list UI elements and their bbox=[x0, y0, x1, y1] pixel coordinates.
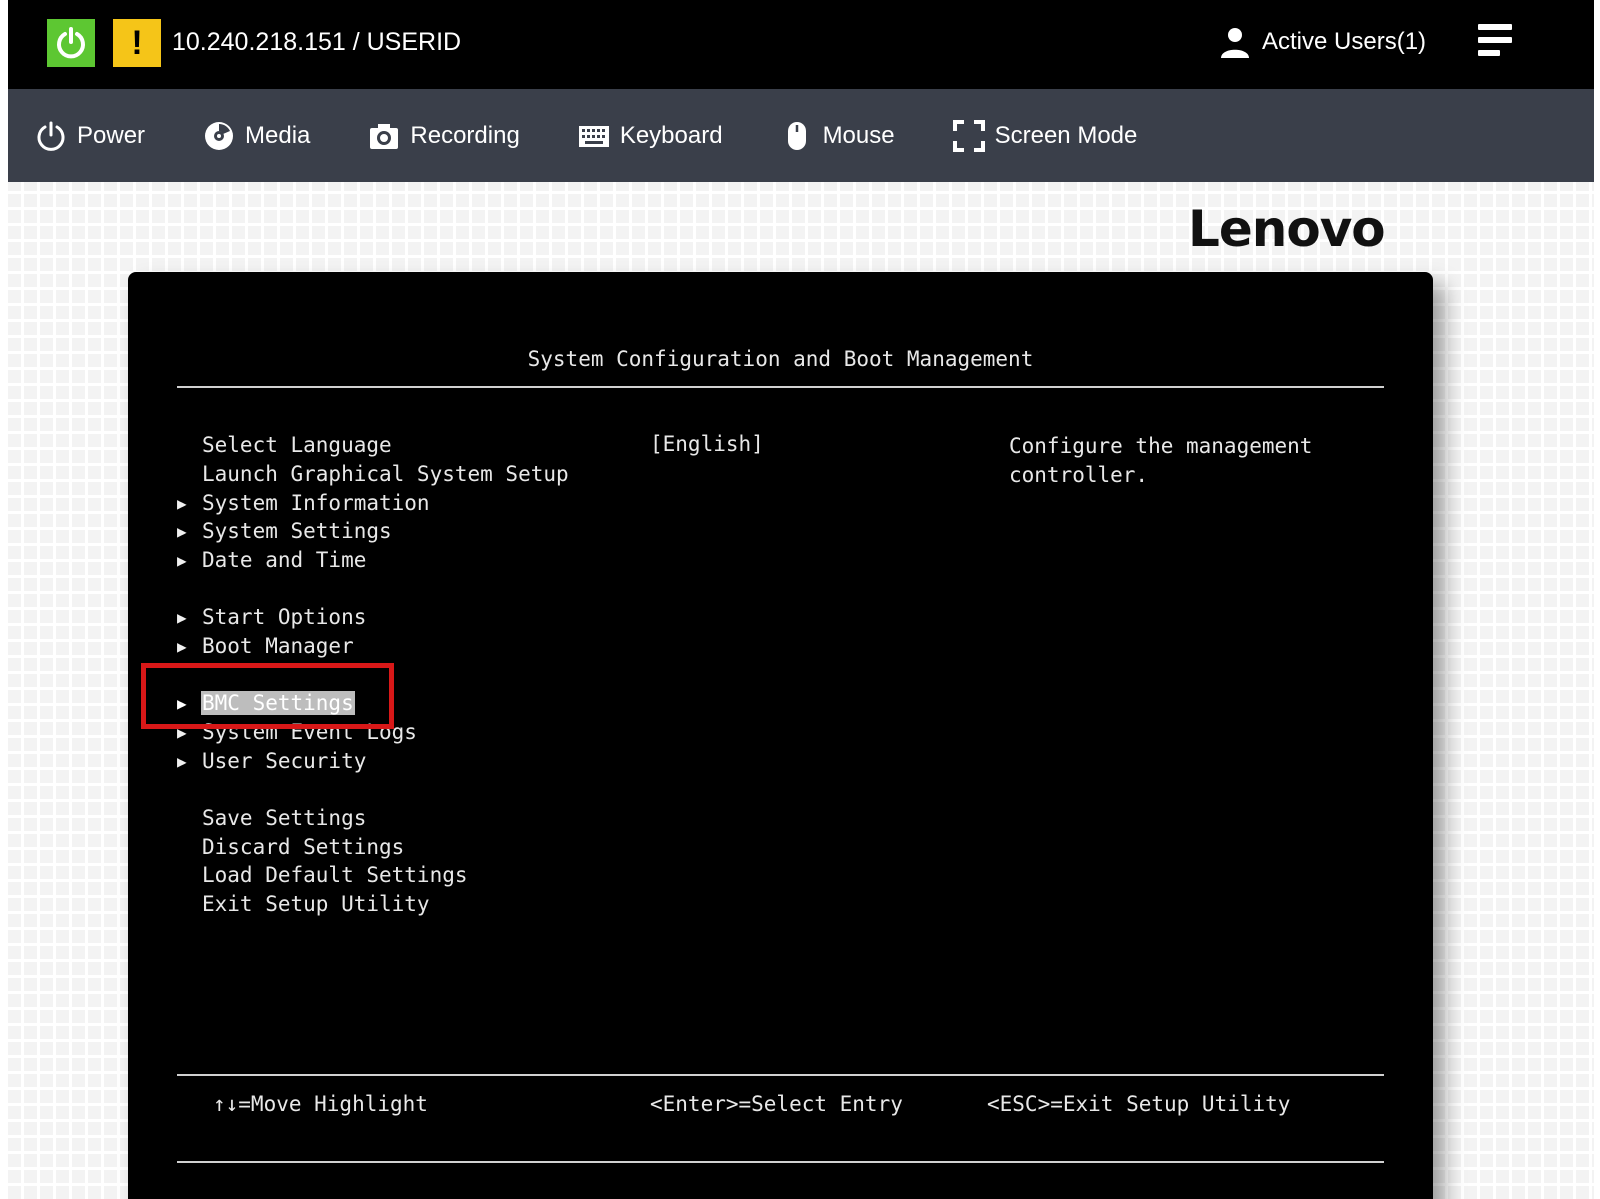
menu-item-launch-graphical-setup[interactable]: Launch Graphical System Setup bbox=[177, 461, 570, 487]
disc-icon bbox=[205, 121, 234, 150]
lenovo-logo: Lenovo bbox=[1188, 200, 1386, 258]
keyboard-menu-button[interactable]: Keyboard bbox=[578, 111, 723, 161]
footer-enter-hint: <Enter>=Select Entry bbox=[650, 1092, 903, 1116]
recording-menu-label: Recording bbox=[410, 121, 520, 149]
camera-icon bbox=[370, 123, 399, 149]
active-users-label: Active Users(1) bbox=[1262, 28, 1427, 55]
user-icon bbox=[1221, 28, 1249, 58]
submenu-arrow-icon: ▶ bbox=[177, 607, 187, 627]
media-menu-label: Media bbox=[245, 121, 311, 149]
footer-esc-hint: <ESC>=Exit Setup Utility bbox=[987, 1092, 1291, 1116]
screen-mode-menu-label: Screen Mode bbox=[994, 121, 1138, 149]
console-toolbar: Power Media Recording Keyboard Mouse Scr… bbox=[8, 89, 1594, 182]
submenu-arrow-icon: ▶ bbox=[177, 493, 187, 513]
menu-item-date-and-time[interactable]: ▶ Date and Time bbox=[177, 547, 367, 573]
fullscreen-icon bbox=[952, 119, 985, 152]
submenu-arrow-icon: ▶ bbox=[177, 550, 187, 570]
bios-setup-screen[interactable]: System Configuration and Boot Management… bbox=[128, 272, 1433, 1199]
menu-item-user-security[interactable]: ▶ User Security bbox=[177, 748, 367, 774]
menu-item-boot-manager[interactable]: ▶ Boot Manager bbox=[177, 633, 355, 659]
menu-item-select-language[interactable]: Select Language bbox=[177, 432, 393, 458]
warning-icon: ! bbox=[131, 23, 143, 62]
menu-item-system-settings[interactable]: ▶ System Settings bbox=[177, 518, 393, 544]
footer-move-hint: ↑↓=Move Highlight bbox=[213, 1092, 428, 1116]
power-icon bbox=[37, 121, 65, 151]
host-address: 10.240.218.151 / USERID bbox=[172, 28, 462, 56]
menu-item-load-default-settings[interactable]: Load Default Settings bbox=[177, 862, 469, 888]
footer-divider-top bbox=[177, 1074, 1384, 1076]
bios-title: System Configuration and Boot Management bbox=[527, 347, 1034, 371]
screen-mode-menu-button[interactable]: Screen Mode bbox=[952, 111, 1138, 161]
submenu-arrow-icon: ▶ bbox=[177, 751, 187, 771]
submenu-arrow-icon: ▶ bbox=[177, 521, 187, 541]
remote-console-window: ! 10.240.218.151 / USERID Active Users(1… bbox=[8, 0, 1594, 1199]
mouse-menu-label: Mouse bbox=[822, 121, 895, 149]
menu-item-discard-settings[interactable]: Discard Settings bbox=[177, 834, 405, 860]
title-divider bbox=[177, 386, 1384, 388]
power-icon bbox=[57, 27, 85, 59]
active-users-button[interactable]: Active Users(1) bbox=[1218, 24, 1426, 60]
annotation-highlight-box bbox=[141, 663, 394, 729]
power-status-indicator[interactable] bbox=[47, 19, 95, 67]
mouse-icon bbox=[787, 121, 806, 150]
power-menu-button[interactable]: Power bbox=[35, 111, 145, 161]
submenu-arrow-icon: ▶ bbox=[177, 636, 187, 656]
language-value[interactable]: [English] bbox=[650, 432, 764, 456]
keyboard-menu-label: Keyboard bbox=[619, 121, 723, 149]
power-menu-label: Power bbox=[77, 121, 146, 149]
media-menu-button[interactable]: Media bbox=[203, 111, 310, 161]
menu-item-start-options[interactable]: ▶ Start Options bbox=[177, 604, 367, 630]
keyboard-icon bbox=[578, 125, 609, 147]
menu-item-system-information[interactable]: ▶ System Information bbox=[177, 490, 431, 516]
warning-indicator[interactable]: ! bbox=[113, 19, 161, 67]
footer-divider-bottom bbox=[177, 1161, 1384, 1163]
menu-item-exit-setup-utility[interactable]: Exit Setup Utility bbox=[177, 891, 431, 917]
menu-item-save-settings[interactable]: Save Settings bbox=[177, 805, 367, 831]
mouse-menu-button[interactable]: Mouse bbox=[781, 111, 895, 161]
help-text: Configure the management controller. bbox=[1009, 434, 1313, 487]
header-bar: ! 10.240.218.151 / USERID Active Users(1… bbox=[8, 0, 1594, 89]
recording-menu-button[interactable]: Recording bbox=[368, 111, 520, 161]
hamburger-menu-icon[interactable] bbox=[1478, 24, 1512, 62]
